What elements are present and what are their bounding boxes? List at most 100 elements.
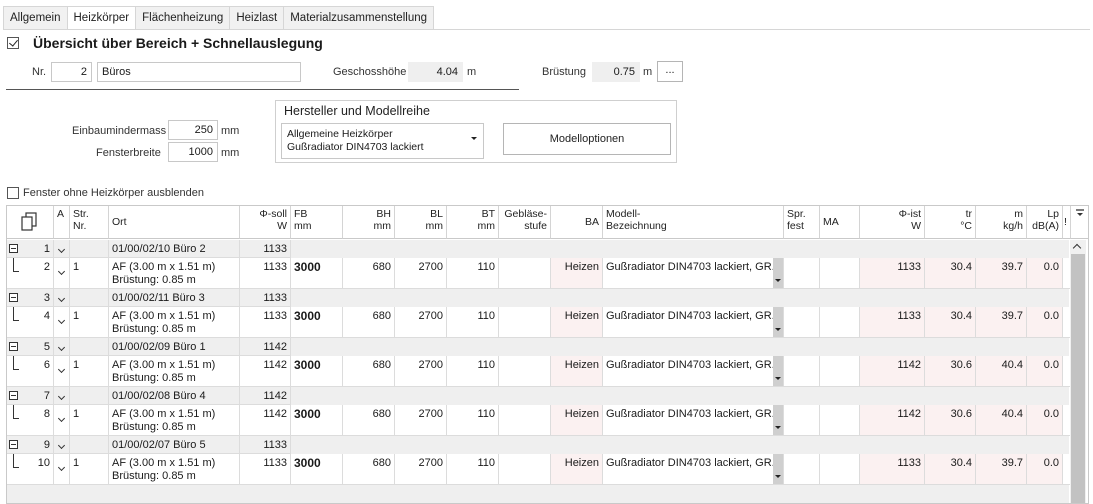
col-phiist-header[interactable]: Φ-ist W bbox=[860, 206, 925, 239]
cell-num[interactable]: 1 bbox=[7, 240, 54, 258]
cell-bl[interactable]: 2700 bbox=[395, 307, 447, 338]
cell-ma[interactable] bbox=[820, 454, 860, 485]
col-lp-header[interactable]: Lp dB(A) bbox=[1027, 206, 1063, 239]
cell-modell[interactable]: Gußradiator DIN4703 lackiert, GR... bbox=[603, 405, 784, 436]
cell-a[interactable] bbox=[54, 387, 70, 405]
cell-fb[interactable]: 3000 bbox=[291, 258, 343, 289]
cell-ba[interactable]: Heizen bbox=[551, 258, 603, 289]
cell-ort[interactable]: AF (3.00 m x 1.51 m) Brüstung: 0.85 m bbox=[109, 307, 240, 338]
cell-bh[interactable]: 680 bbox=[343, 356, 395, 387]
cell-bl[interactable]: 2700 bbox=[395, 405, 447, 436]
chevron-down-icon[interactable] bbox=[57, 392, 66, 401]
cell-ba[interactable]: Heizen bbox=[551, 454, 603, 485]
name-field[interactable]: Büros bbox=[97, 62, 301, 82]
tab-allgemein[interactable]: Allgemein bbox=[3, 6, 67, 30]
manufacturer-select[interactable]: Allgemeine Heizkörper Gußradiator DIN470… bbox=[281, 123, 484, 159]
cell-modell[interactable]: Gußradiator DIN4703 lackiert, GR... bbox=[603, 307, 784, 338]
cell-bh[interactable]: 680 bbox=[343, 307, 395, 338]
col-ma-header[interactable]: MA bbox=[820, 206, 860, 239]
cell-a[interactable] bbox=[54, 338, 70, 356]
cell-a[interactable] bbox=[54, 356, 70, 387]
cell-geb[interactable] bbox=[499, 356, 551, 387]
col-str-header[interactable]: Str. Nr. bbox=[70, 206, 109, 239]
collapse-icon[interactable] bbox=[9, 244, 18, 253]
cell-ba[interactable]: Heizen bbox=[551, 405, 603, 436]
cell-bl[interactable]: 2700 bbox=[395, 258, 447, 289]
cell-a[interactable] bbox=[54, 289, 70, 307]
collapse-icon[interactable] bbox=[9, 293, 18, 302]
col-bl-header[interactable]: BL mm bbox=[395, 206, 447, 239]
col-m-header[interactable]: m kg/h bbox=[976, 206, 1027, 239]
cell-spr[interactable] bbox=[784, 405, 820, 436]
chevron-down-icon[interactable] bbox=[57, 245, 66, 254]
col-ba-header[interactable]: BA bbox=[551, 206, 603, 239]
cell-bh[interactable]: 680 bbox=[343, 405, 395, 436]
cell-ma[interactable] bbox=[820, 307, 860, 338]
overview-checkbox[interactable] bbox=[7, 37, 19, 49]
cell-bt[interactable]: 110 bbox=[447, 307, 499, 338]
fensterbreite-field[interactable]: 1000 bbox=[168, 142, 218, 162]
cell-bh[interactable]: 680 bbox=[343, 454, 395, 485]
nr-field[interactable]: 2 bbox=[51, 62, 92, 82]
tab-materialzusammenstellung[interactable]: Materialzusammenstellung bbox=[283, 6, 435, 30]
chevron-down-icon[interactable] bbox=[57, 414, 66, 423]
cell-fb[interactable]: 3000 bbox=[291, 405, 343, 436]
modell-dropdown-icon[interactable] bbox=[773, 258, 783, 288]
modell-dropdown-icon[interactable] bbox=[773, 307, 783, 337]
cell-modell[interactable]: Gußradiator DIN4703 lackiert, GR... bbox=[603, 454, 784, 485]
cell-ort[interactable]: AF (3.00 m x 1.51 m) Brüstung: 0.85 m bbox=[109, 356, 240, 387]
cell-num[interactable]: 5 bbox=[7, 338, 54, 356]
cell-ma[interactable] bbox=[820, 405, 860, 436]
vertical-scrollbar[interactable] bbox=[1070, 240, 1086, 503]
cell-geb[interactable] bbox=[499, 258, 551, 289]
cell-ba[interactable]: Heizen bbox=[551, 356, 603, 387]
col-modell-header[interactable]: Modell- Bezeichnung bbox=[603, 206, 784, 239]
cell-a[interactable] bbox=[54, 436, 70, 454]
cell-fb[interactable]: 3000 bbox=[291, 356, 343, 387]
scroll-up-icon[interactable] bbox=[1072, 243, 1082, 253]
cell-spr[interactable] bbox=[784, 454, 820, 485]
cell-bl[interactable]: 2700 bbox=[395, 356, 447, 387]
cell-fb[interactable]: 3000 bbox=[291, 307, 343, 338]
cell-ort[interactable]: AF (3.00 m x 1.51 m) Brüstung: 0.85 m bbox=[109, 454, 240, 485]
chevron-down-icon[interactable] bbox=[57, 441, 66, 450]
col-geblaese-header[interactable]: Gebläse-stufe bbox=[499, 206, 551, 239]
col-spr-header[interactable]: Spr. fest bbox=[784, 206, 820, 239]
cell-bl[interactable]: 2700 bbox=[395, 454, 447, 485]
more-button[interactable]: ... bbox=[657, 61, 683, 82]
collapse-icon[interactable] bbox=[9, 391, 18, 400]
modell-dropdown-icon[interactable] bbox=[773, 405, 783, 435]
cell-a[interactable] bbox=[54, 307, 70, 338]
cell-a[interactable] bbox=[54, 258, 70, 289]
cell-ort[interactable]: AF (3.00 m x 1.51 m) Brüstung: 0.85 m bbox=[109, 258, 240, 289]
modelloptionen-button[interactable]: Modelloptionen bbox=[503, 123, 671, 155]
tab-heizlast[interactable]: Heizlast bbox=[229, 6, 284, 30]
copy-header[interactable] bbox=[7, 206, 54, 239]
col-fb-header[interactable]: FB mm bbox=[291, 206, 343, 239]
col-warning-header[interactable]: ! bbox=[1063, 206, 1071, 239]
hide-windows-checkbox[interactable] bbox=[7, 187, 19, 199]
cell-num[interactable]: 7 bbox=[7, 387, 54, 405]
collapse-icon[interactable] bbox=[9, 440, 18, 449]
cell-geb[interactable] bbox=[499, 454, 551, 485]
cell-num[interactable]: 3 bbox=[7, 289, 54, 307]
chevron-down-icon[interactable] bbox=[57, 365, 66, 374]
modell-dropdown-icon[interactable] bbox=[773, 454, 783, 484]
col-a-header[interactable]: A bbox=[54, 206, 70, 239]
cell-a[interactable] bbox=[54, 240, 70, 258]
cell-a[interactable] bbox=[54, 405, 70, 436]
cell-modell[interactable]: Gußradiator DIN4703 lackiert, GR... bbox=[603, 356, 784, 387]
col-bt-header[interactable]: BT mm bbox=[447, 206, 499, 239]
modell-dropdown-icon[interactable] bbox=[773, 356, 783, 386]
cell-fb[interactable]: 3000 bbox=[291, 454, 343, 485]
cell-geb[interactable] bbox=[499, 307, 551, 338]
chevron-down-icon[interactable] bbox=[57, 316, 66, 325]
cell-num[interactable]: 9 bbox=[7, 436, 54, 454]
collapse-icon[interactable] bbox=[9, 342, 18, 351]
col-tr-header[interactable]: tr °C bbox=[925, 206, 976, 239]
chevron-down-icon[interactable] bbox=[57, 294, 66, 303]
cell-geb[interactable] bbox=[499, 405, 551, 436]
einbaumindermass-field[interactable]: 250 bbox=[168, 120, 218, 140]
cell-bh[interactable]: 680 bbox=[343, 258, 395, 289]
tab-flaechenheizung[interactable]: Flächenheizung bbox=[135, 6, 230, 30]
